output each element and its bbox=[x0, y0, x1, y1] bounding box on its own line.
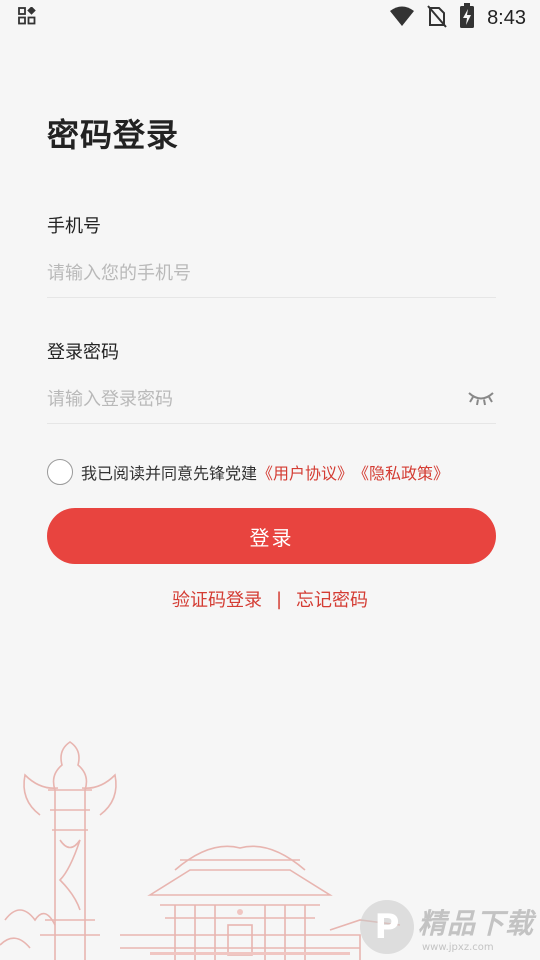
password-visibility-toggle[interactable] bbox=[466, 388, 496, 410]
sms-login-link[interactable]: 验证码登录 bbox=[172, 586, 262, 612]
password-input[interactable] bbox=[47, 382, 467, 416]
watermark-name: 精品下载 bbox=[417, 906, 534, 940]
wifi-icon bbox=[389, 5, 415, 31]
link-separator: | bbox=[275, 588, 283, 610]
phone-divider bbox=[47, 297, 496, 298]
bottom-links: 验证码登录 | 忘记密码 bbox=[0, 586, 540, 612]
battery-charging-icon bbox=[459, 3, 475, 33]
user-agreement-link[interactable]: 《用户协议》 bbox=[257, 460, 353, 484]
agreement-row: 我已阅读并同意先锋党建 《用户协议》 《隐私政策》 bbox=[47, 458, 449, 486]
watermark: P 精品下载 www.jpxz.com bbox=[359, 900, 534, 954]
forgot-password-link[interactable]: 忘记密码 bbox=[296, 586, 368, 612]
phone-label: 手机号 bbox=[47, 216, 101, 237]
status-bar: 8:43 bbox=[0, 0, 540, 36]
password-label: 登录密码 bbox=[47, 342, 119, 363]
login-screen: 8:43 密码登录 手机号 登录密码 我已阅读并同意先锋党建 《用户协议》 《隐… bbox=[0, 0, 540, 960]
status-time: 8:43 bbox=[487, 6, 526, 29]
agreement-checkbox[interactable] bbox=[47, 459, 73, 485]
watermark-logo: P bbox=[359, 900, 414, 954]
page-title: 密码登录 bbox=[47, 116, 180, 154]
watermark-url: www.jpxz.com bbox=[421, 941, 494, 953]
app-grid-icon bbox=[18, 6, 36, 29]
password-divider bbox=[47, 423, 496, 424]
no-sim-icon bbox=[427, 4, 447, 32]
login-button[interactable]: 登录 bbox=[47, 508, 496, 564]
privacy-policy-link[interactable]: 《隐私政策》 bbox=[353, 460, 449, 484]
eye-closed-icon bbox=[467, 388, 495, 410]
agreement-text: 我已阅读并同意先锋党建 bbox=[81, 464, 258, 483]
phone-input[interactable] bbox=[47, 256, 467, 290]
